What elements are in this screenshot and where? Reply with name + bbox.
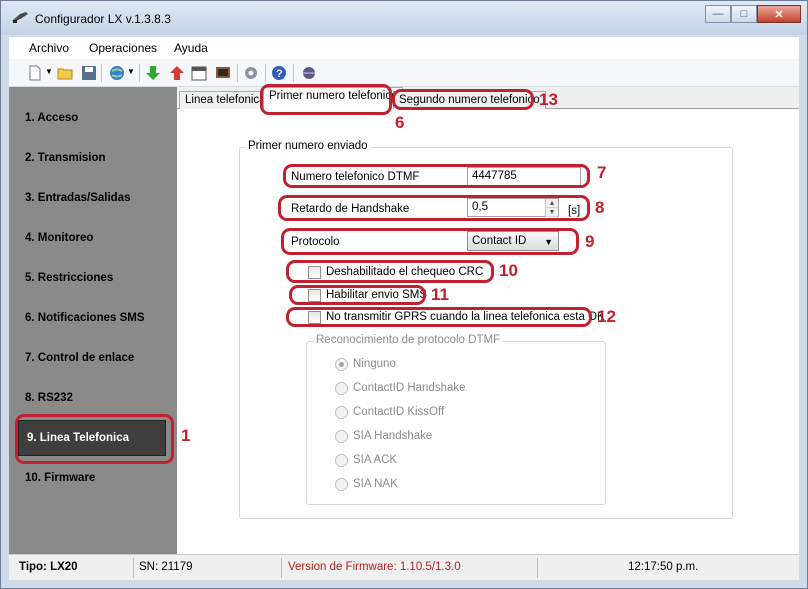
- annotation-box-6: [260, 84, 392, 115]
- annotation-number-12: 12: [597, 307, 616, 326]
- new-icon[interactable]: [27, 65, 43, 81]
- close-icon: ✕: [774, 8, 784, 21]
- dtmf-group-title: Reconocimiento de protocolo DTMF: [314, 334, 503, 346]
- annotation-box-1: [15, 414, 174, 464]
- minimize-icon: —: [712, 8, 724, 20]
- radio-sia-nak[interactable]: [335, 478, 348, 491]
- annotation-box-8: [278, 195, 590, 221]
- radio-label-contactid-handshake: ContactID Handshake: [353, 382, 466, 394]
- status-firmware-version: Version de Firmware: 1.10.5/1.3.0: [288, 561, 461, 573]
- group-title: Primer numero enviado: [245, 140, 371, 152]
- radio-sia-ack[interactable]: [335, 454, 348, 467]
- upload-arrow-icon[interactable]: [169, 65, 185, 81]
- radio-label-contactid-kissoff: ContactID KissOff: [353, 406, 445, 418]
- radio-contactid-handshake[interactable]: [335, 382, 348, 395]
- annotation-box-12: [286, 307, 592, 327]
- tab-linea-telefonica[interactable]: Linea telefonica: [179, 91, 272, 109]
- sidebar: 1. Acceso 2. Transmision 3. Entradas/Sal…: [9, 87, 177, 554]
- maximize-icon: □: [740, 8, 748, 20]
- status-time: 12:17:50 p.m.: [628, 561, 699, 573]
- annotation-number-7: 7: [597, 163, 607, 182]
- close-button[interactable]: ✕: [757, 5, 801, 23]
- globe-dropdown-icon[interactable]: ▼: [127, 67, 135, 76]
- radio-label-sia-handshake: SIA Handshake: [353, 430, 433, 442]
- annotation-number-6: 6: [395, 113, 405, 132]
- globe-icon[interactable]: [109, 65, 125, 81]
- new-dropdown-icon[interactable]: ▼: [45, 67, 53, 76]
- annotation-number-9: 9: [585, 232, 595, 251]
- status-serial-number: SN: 21179: [139, 561, 193, 573]
- window-title: Configurador LX v.1.3.8.3: [35, 12, 171, 26]
- download-arrow-icon[interactable]: [145, 65, 161, 81]
- radio-ninguno[interactable]: [335, 358, 348, 371]
- menu-bar: Archivo Operaciones Ayuda: [9, 37, 799, 59]
- menu-archivo[interactable]: Archivo: [29, 41, 69, 55]
- radio-label-sia-nak: SIA NAK: [353, 478, 398, 490]
- annotation-box-11: [289, 285, 426, 305]
- radio-label-sia-ack: SIA ACK: [353, 454, 398, 466]
- annotation-number-1: 1: [181, 426, 191, 445]
- menu-ayuda[interactable]: Ayuda: [174, 41, 208, 55]
- sidebar-item-monitoreo[interactable]: 4. Monitoreo: [25, 232, 93, 244]
- app-logo-icon: [12, 12, 28, 23]
- calendar-icon[interactable]: [191, 65, 207, 81]
- gear-icon[interactable]: [243, 65, 259, 81]
- toolbar: ▼ ▼ ?: [9, 59, 799, 87]
- globe-small-icon[interactable]: [301, 65, 317, 81]
- maximize-button[interactable]: □: [731, 5, 757, 23]
- radio-contactid-kissoff[interactable]: [335, 406, 348, 419]
- annotation-box-9: [281, 228, 579, 255]
- sidebar-item-restricciones[interactable]: 5. Restricciones: [25, 272, 113, 284]
- radio-label-ninguno: Ninguno: [353, 358, 396, 370]
- annotation-box-7: [283, 164, 590, 188]
- sidebar-item-notificaciones-sms[interactable]: 6. Notificaciones SMS: [25, 312, 145, 324]
- sidebar-item-control-de-enlace[interactable]: 7. Control de enlace: [25, 352, 134, 364]
- menu-operaciones[interactable]: Operaciones: [89, 41, 157, 55]
- sidebar-item-acceso[interactable]: 1. Acceso: [25, 112, 78, 124]
- help-icon[interactable]: ?: [271, 65, 287, 81]
- radio-sia-handshake[interactable]: [335, 430, 348, 443]
- sidebar-item-rs232[interactable]: 8. RS232: [25, 392, 73, 404]
- sidebar-item-entradas-salidas[interactable]: 3. Entradas/Salidas: [25, 192, 130, 204]
- dtmf-protocol-group: [306, 341, 606, 505]
- annotation-number-13: 13: [539, 90, 558, 109]
- annotation-number-10: 10: [499, 261, 518, 280]
- monitor-icon[interactable]: [215, 65, 231, 81]
- save-icon[interactable]: [81, 65, 97, 81]
- app-window: Configurador LX v.1.3.8.3 — □ ✕ Archivo …: [0, 0, 808, 589]
- sidebar-item-firmware[interactable]: 10. Firmware: [25, 472, 95, 484]
- annotation-number-11: 11: [431, 285, 449, 304]
- annotation-box-13: [392, 89, 534, 110]
- svg-text:?: ?: [276, 68, 283, 80]
- status-bar: Tipo: LX20 SN: 21179 Version de Firmware…: [9, 554, 799, 580]
- sidebar-item-transmision[interactable]: 2. Transmision: [25, 152, 106, 164]
- annotation-number-8: 8: [595, 198, 605, 217]
- open-folder-icon[interactable]: [57, 65, 73, 81]
- title-bar: Configurador LX v.1.3.8.3 — □ ✕: [1, 1, 807, 35]
- annotation-box-10: [286, 260, 494, 283]
- minimize-button[interactable]: —: [705, 5, 731, 23]
- status-tipo: Tipo: LX20: [19, 561, 78, 573]
